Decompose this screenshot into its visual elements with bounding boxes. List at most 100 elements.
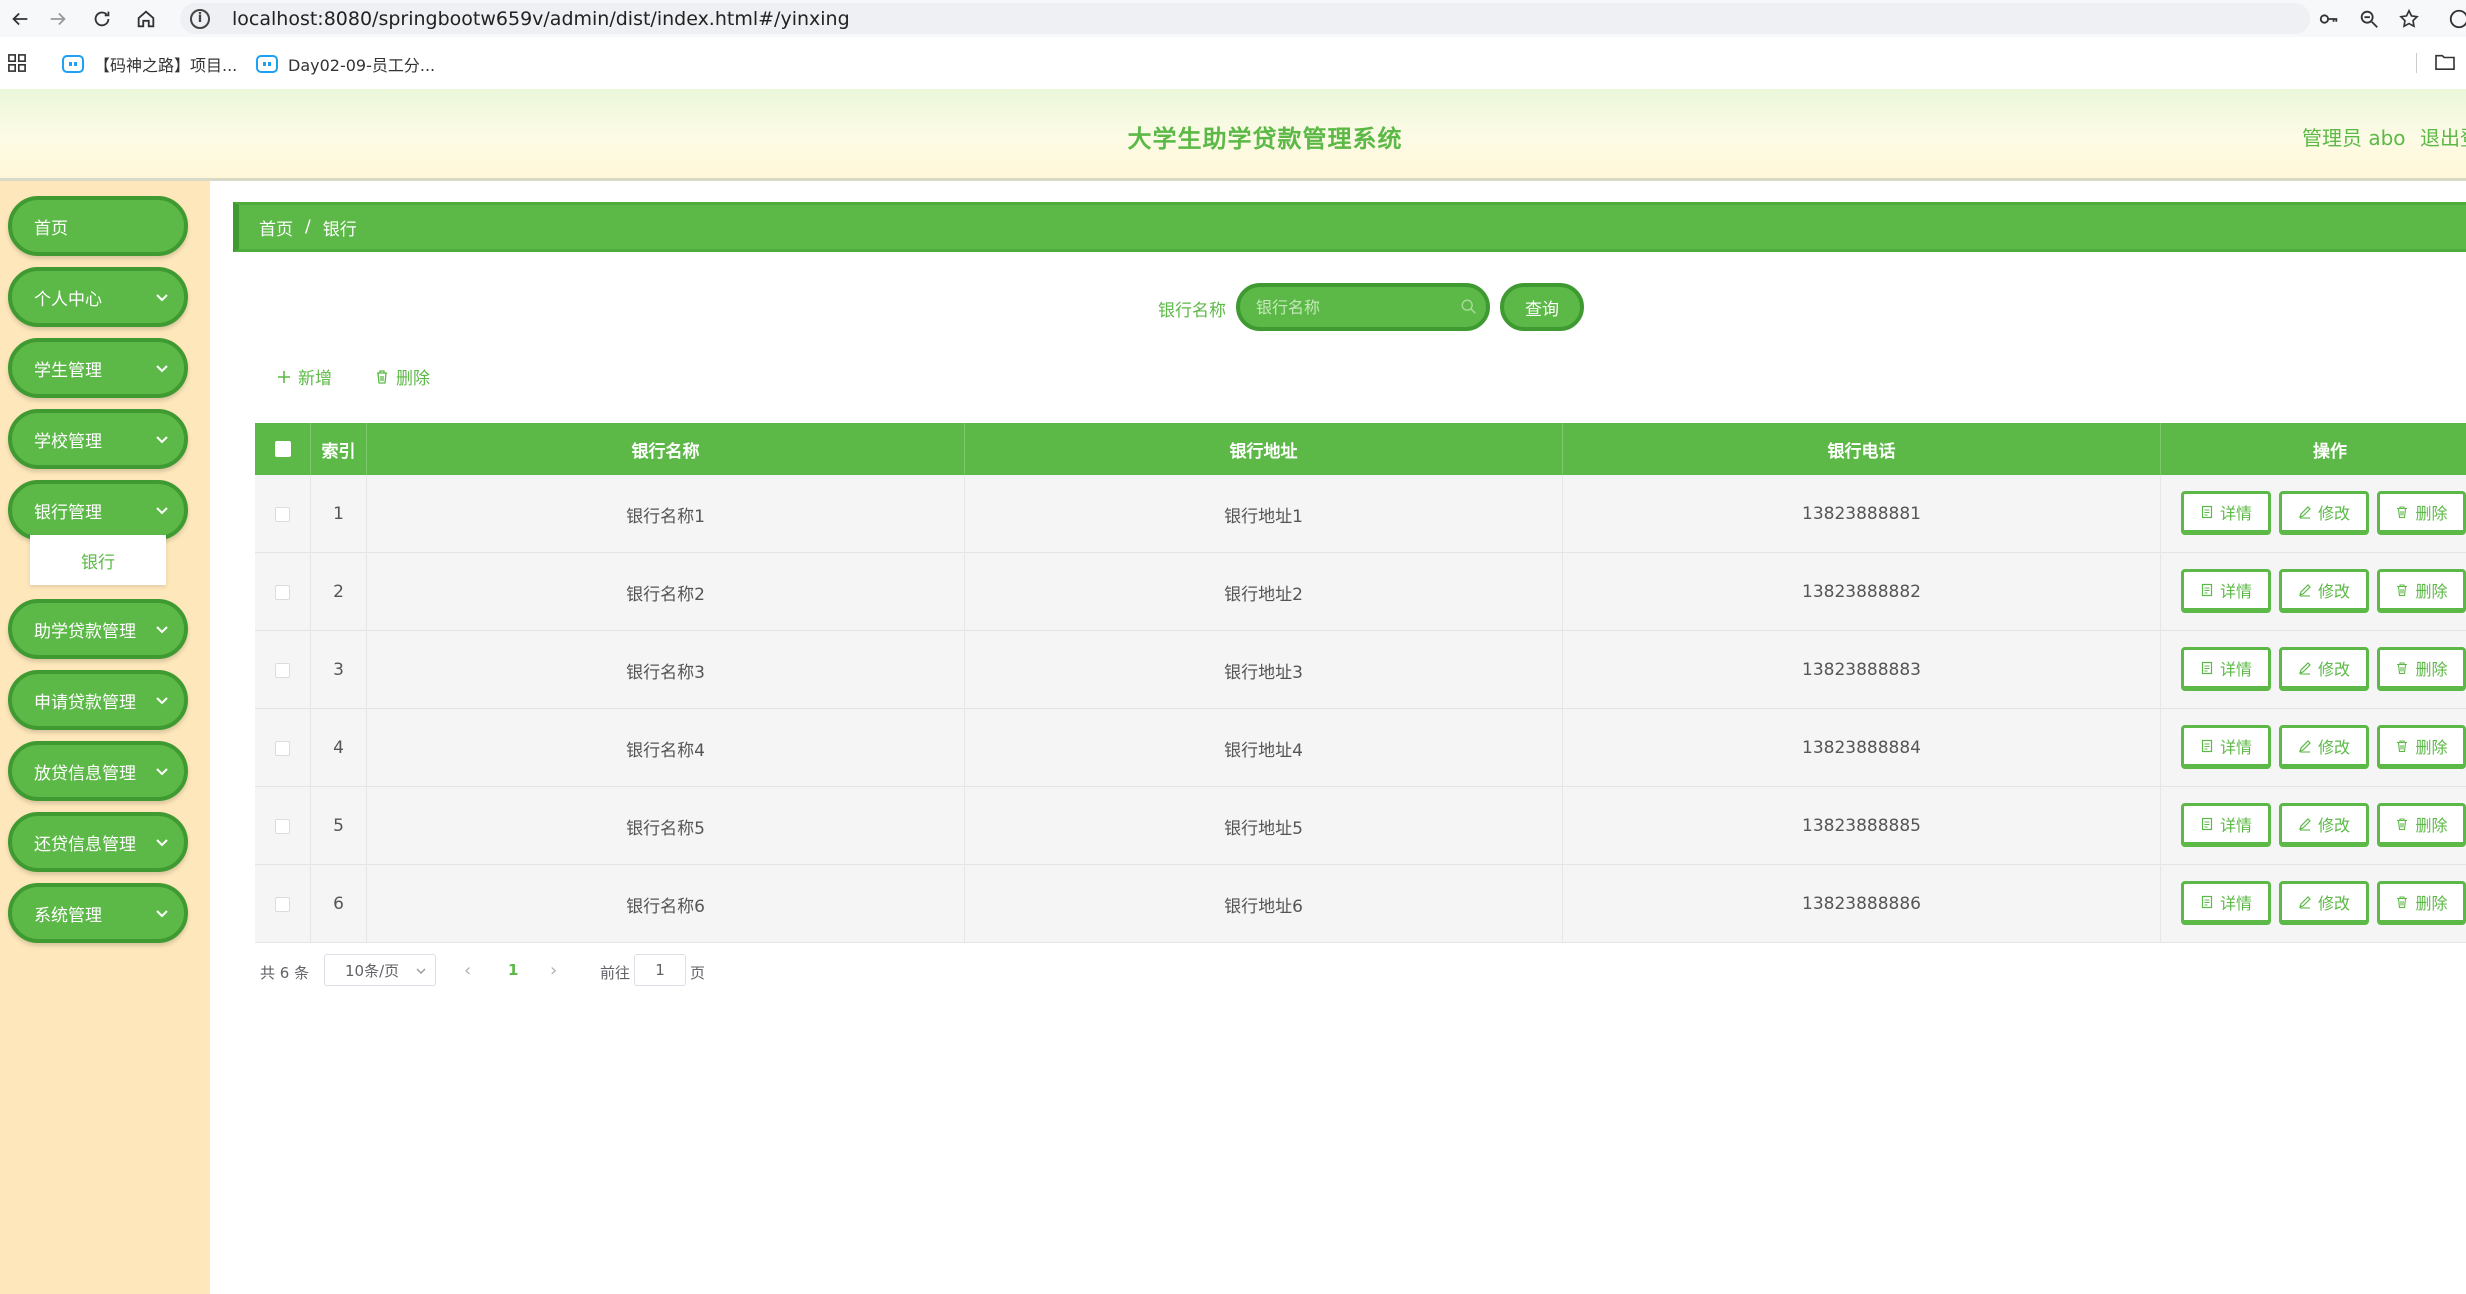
browser-toolbar: i localhost:8080/springbootw659v/admin/d… — [0, 0, 2466, 37]
table-row: 4 银行名称4 银行地址4 13823888884 详情 修改 删除 — [255, 709, 2466, 787]
chevron-down-icon — [156, 768, 168, 776]
sidebar-item-student-loans[interactable]: 助学贷款管理 — [8, 599, 188, 659]
edit-button[interactable]: 修改 — [2279, 725, 2369, 769]
trash-icon — [2397, 818, 2408, 831]
back-icon[interactable] — [0, 0, 40, 37]
edit-button[interactable]: 修改 — [2279, 881, 2369, 925]
next-page-icon[interactable]: › — [550, 960, 557, 981]
home-icon[interactable] — [126, 0, 166, 37]
sidebar-item-schools[interactable]: 学校管理 — [8, 409, 188, 469]
add-button-label: 新增 — [298, 369, 332, 389]
plus-icon — [278, 370, 290, 383]
breadcrumb-home[interactable]: 首页 — [259, 215, 293, 240]
detail-button[interactable]: 详情 — [2181, 647, 2271, 691]
actions-cell: 详情 修改 删除 — [2161, 631, 2466, 709]
bookmark-item[interactable]: Day02-09-员工分... — [256, 52, 435, 76]
trash-icon — [2397, 740, 2408, 753]
goto-page-input[interactable]: 1 — [634, 954, 686, 986]
document-icon — [2201, 895, 2213, 909]
edit-label: 修改 — [2317, 894, 2350, 913]
sidebar: 首页 个人中心 学生管理 学校管理 银行管理 银行 助学贷款管理 申请贷款管理 … — [0, 181, 210, 1294]
bookmark-item[interactable]: 【码神之路】项目... — [62, 52, 237, 76]
delete-button[interactable]: 删除 — [2377, 881, 2466, 925]
bank-address-cell: 银行地址1 — [965, 475, 1563, 553]
delete-button[interactable]: 删除 — [2377, 647, 2466, 691]
password-key-icon[interactable] — [2316, 6, 2342, 32]
chevron-down-icon — [156, 839, 168, 847]
sidebar-item-repayments[interactable]: 还贷信息管理 — [8, 812, 188, 872]
sidebar-item-banks[interactable]: 银行管理 — [8, 480, 188, 540]
folder-icon[interactable] — [2434, 53, 2456, 75]
bank-name-cell: 银行名称4 — [367, 709, 965, 787]
site-info-icon[interactable]: i — [190, 8, 210, 29]
detail-button[interactable]: 详情 — [2181, 881, 2271, 925]
sidebar-item-system[interactable]: 系统管理 — [8, 883, 188, 943]
detail-button[interactable]: 详情 — [2181, 725, 2271, 769]
row-checkbox[interactable] — [275, 818, 290, 834]
sidebar-item-disbursements[interactable]: 放贷信息管理 — [8, 741, 188, 801]
delete-button[interactable]: 删除 — [2377, 491, 2466, 535]
edit-button[interactable]: 修改 — [2279, 647, 2369, 691]
reload-icon[interactable] — [82, 0, 122, 37]
index-cell: 2 — [311, 553, 367, 631]
zoom-icon[interactable] — [2356, 6, 2382, 32]
app-header: 大学生助学贷款管理系统 管理员 abo 退出登录 — [0, 89, 2466, 181]
edit-button[interactable]: 修改 — [2279, 803, 2369, 847]
goto-label: 前往 — [600, 964, 631, 982]
table-row: 5 银行名称5 银行地址5 13823888885 详情 修改 删除 — [255, 787, 2466, 865]
bank-name-search-input[interactable] — [1236, 283, 1490, 331]
delete-button[interactable]: 删除 — [2377, 725, 2466, 769]
bookmark-label: Day02-09-员工分... — [288, 56, 436, 75]
query-button[interactable]: 查询 — [1500, 283, 1584, 331]
delete-button[interactable]: 删除 — [2377, 569, 2466, 613]
prev-page-icon[interactable]: ‹ — [464, 960, 471, 981]
row-checkbox[interactable] — [275, 896, 290, 912]
sidebar-item-profile[interactable]: 个人中心 — [8, 267, 188, 327]
batch-delete-button[interactable]: 删除 — [374, 364, 430, 389]
detail-button[interactable]: 详情 — [2181, 491, 2271, 535]
row-checkbox[interactable] — [275, 662, 290, 678]
profile-icon[interactable] — [2446, 6, 2466, 32]
chevron-down-icon — [156, 697, 168, 705]
sidebar-item-label: 个人中心 — [34, 289, 102, 310]
edit-button[interactable]: 修改 — [2279, 491, 2369, 535]
chevron-down-icon — [156, 910, 168, 918]
detail-button[interactable]: 详情 — [2181, 569, 2271, 613]
detail-button[interactable]: 详情 — [2181, 803, 2271, 847]
apps-grid-icon[interactable] — [8, 54, 26, 76]
add-button[interactable]: 新增 — [276, 364, 332, 389]
edit-label: 修改 — [2317, 582, 2350, 601]
trash-icon — [2397, 584, 2408, 597]
bookmark-label: 【码神之路】项目... — [94, 56, 238, 75]
column-header: 操作 — [2313, 441, 2347, 462]
document-icon — [2201, 739, 2213, 753]
detail-label: 详情 — [2219, 738, 2252, 757]
sidebar-subitem-label: 银行 — [81, 552, 115, 573]
current-user: 管理员 abo — [2302, 126, 2406, 150]
trash-icon — [2397, 506, 2408, 519]
forward-icon[interactable] — [38, 0, 78, 37]
address-bar[interactable]: i localhost:8080/springbootw659v/admin/d… — [180, 3, 2310, 34]
logout-link[interactable]: 退出登录 — [2420, 122, 2466, 151]
edit-icon — [2299, 506, 2311, 519]
actions-cell: 详情 修改 删除 — [2161, 475, 2466, 553]
select-all-checkbox[interactable] — [274, 441, 291, 457]
sidebar-item-loan-applications[interactable]: 申请贷款管理 — [8, 670, 188, 730]
bookmark-star-icon[interactable] — [2396, 6, 2422, 32]
column-header: 银行名称 — [367, 423, 965, 475]
actions-cell: 详情 修改 删除 — [2161, 709, 2466, 787]
select-all-cell — [255, 423, 311, 475]
delete-label: 删除 — [2415, 894, 2448, 913]
row-checkbox[interactable] — [275, 506, 290, 522]
row-checkbox[interactable] — [275, 740, 290, 756]
delete-button[interactable]: 删除 — [2377, 803, 2466, 847]
page-size-select[interactable]: 10条/页 — [324, 954, 436, 986]
sidebar-item-home[interactable]: 首页 — [8, 196, 188, 256]
bank-address-cell: 银行地址3 — [965, 631, 1563, 709]
page-number[interactable]: 1 — [508, 961, 518, 979]
sidebar-subitem-bank[interactable]: 银行 — [30, 535, 166, 585]
row-checkbox[interactable] — [275, 584, 290, 600]
bank-address-cell: 银行地址5 — [965, 787, 1563, 865]
sidebar-item-students[interactable]: 学生管理 — [8, 338, 188, 398]
edit-button[interactable]: 修改 — [2279, 569, 2369, 613]
